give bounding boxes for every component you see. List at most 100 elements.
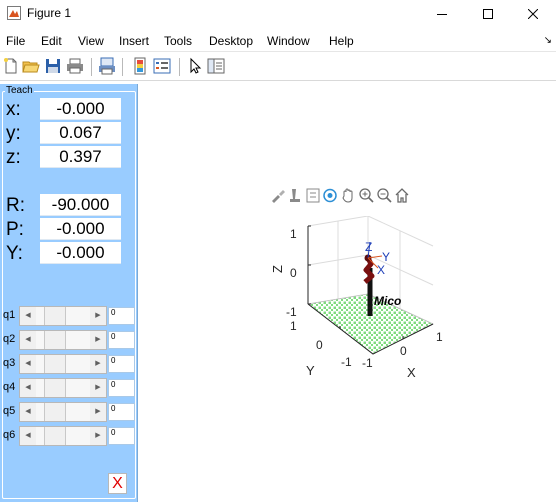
slider-right-arrow-icon[interactable]: ▶	[90, 403, 106, 421]
data-tips-icon[interactable]	[288, 187, 304, 204]
menu-view[interactable]: View	[78, 34, 104, 48]
pointer-icon[interactable]	[186, 57, 204, 75]
matlab-figure-icon	[7, 6, 21, 20]
q5-label: q5	[3, 405, 16, 417]
q3-value-field[interactable]: 0	[108, 355, 135, 373]
y-tick-label: 1	[290, 319, 297, 333]
menu-file[interactable]: File	[6, 34, 25, 48]
y-tick-label: -1	[341, 355, 352, 369]
close-window-button[interactable]	[510, 0, 556, 28]
figure-toolbar	[0, 53, 556, 81]
open-file-icon[interactable]	[22, 57, 40, 75]
slider-thumb[interactable]	[44, 307, 66, 325]
insert-legend-icon[interactable]	[153, 57, 171, 75]
title-bar: Figure 1	[0, 0, 556, 28]
q1-value-field[interactable]: 0	[108, 307, 135, 325]
robot-3d-axes[interactable]: Z Y X Mico 1 0 -1 1 0 -1 -1 0 1 Z Y X	[258, 216, 458, 386]
close-icon	[528, 9, 538, 19]
q4-slider[interactable]: ◀ ▶	[19, 378, 107, 398]
roll-label: R:	[6, 195, 25, 216]
x-label: x:	[6, 99, 21, 120]
slider-thumb[interactable]	[44, 427, 66, 445]
y-label: y:	[6, 123, 21, 144]
dock-arrow-icon[interactable]: ↘	[544, 35, 552, 46]
slider-thumb[interactable]	[44, 403, 66, 421]
q5-slider[interactable]: ◀ ▶	[19, 402, 107, 422]
menu-window[interactable]: Window	[267, 34, 310, 48]
toolbar-separator	[91, 58, 92, 76]
pitch-label: P:	[6, 219, 24, 240]
menu-insert[interactable]: Insert	[119, 34, 149, 48]
q6-label: q6	[3, 429, 16, 441]
x-tick-label: 0	[400, 344, 407, 358]
q1-slider[interactable]: ◀ ▶	[19, 306, 107, 326]
menu-edit[interactable]: Edit	[41, 34, 62, 48]
menu-desktop[interactable]: Desktop	[209, 34, 253, 48]
menu-tools[interactable]: Tools	[164, 34, 192, 48]
zoom-in-icon[interactable]	[358, 187, 374, 204]
q3-label: q3	[3, 357, 16, 369]
print-icon[interactable]	[66, 57, 84, 75]
minimize-button[interactable]	[419, 0, 465, 28]
q6-slider[interactable]: ◀ ▶	[19, 426, 107, 446]
rotate-3d-icon[interactable]	[322, 187, 338, 204]
roll-value: -90.000	[40, 194, 121, 216]
minimize-icon	[437, 14, 447, 15]
q2-slider[interactable]: ◀ ▶	[19, 330, 107, 350]
toolbar-separator	[179, 58, 180, 76]
robot-name-label: Mico	[374, 294, 401, 308]
home-icon[interactable]	[394, 187, 410, 204]
slider-left-arrow-icon[interactable]: ◀	[20, 427, 36, 445]
x-tick-label: 1	[436, 330, 443, 344]
teach-panel: Teach x: -0.000 y: 0.067 z: 0.397 R: -90…	[0, 84, 138, 502]
x-tick-label: -1	[362, 356, 373, 370]
z-axis-label: Z	[270, 265, 285, 273]
maximize-icon	[483, 9, 493, 19]
brush-icon[interactable]	[270, 187, 286, 204]
menu-help[interactable]: Help	[329, 34, 354, 48]
print-preview-icon[interactable]	[98, 57, 116, 75]
q5-value-field[interactable]: 0	[108, 403, 135, 421]
slider-right-arrow-icon[interactable]: ▶	[90, 307, 106, 325]
yaw-value: -0.000	[40, 242, 121, 264]
frame-z-label: Z	[365, 240, 372, 254]
slider-left-arrow-icon[interactable]: ◀	[20, 355, 36, 373]
property-editor-icon[interactable]	[207, 57, 225, 75]
q3-slider[interactable]: ◀ ▶	[19, 354, 107, 374]
slider-left-arrow-icon[interactable]: ◀	[20, 379, 36, 397]
maximize-button[interactable]	[465, 0, 511, 28]
x-value: -0.000	[40, 98, 121, 120]
slider-right-arrow-icon[interactable]: ▶	[90, 355, 106, 373]
q2-value-field[interactable]: 0	[108, 331, 135, 349]
slider-right-arrow-icon[interactable]: ▶	[90, 331, 106, 349]
toolbar-separator	[122, 58, 123, 76]
frame-x-label: X	[377, 263, 385, 277]
slider-thumb[interactable]	[44, 331, 66, 349]
new-figure-icon[interactable]	[2, 57, 20, 75]
teach-title: Teach	[5, 85, 34, 96]
yaw-label: Y:	[6, 243, 23, 264]
pitch-value: -0.000	[40, 218, 121, 240]
slider-left-arrow-icon[interactable]: ◀	[20, 307, 36, 325]
x-axis-label: X	[407, 365, 416, 380]
slider-thumb[interactable]	[44, 355, 66, 373]
menu-bar: File Edit View Insert Tools Desktop Wind…	[0, 30, 556, 52]
frame-y-label: Y	[382, 250, 390, 264]
q1-label: q1	[3, 309, 16, 321]
insert-colorbar-icon[interactable]	[131, 57, 149, 75]
slider-thumb[interactable]	[44, 379, 66, 397]
q4-value-field[interactable]: 0	[108, 379, 135, 397]
export-icon[interactable]	[305, 187, 321, 204]
save-icon[interactable]	[44, 57, 62, 75]
quit-teach-button[interactable]: X	[108, 473, 127, 494]
q2-label: q2	[3, 333, 16, 345]
z-value: 0.397	[40, 146, 121, 168]
pan-icon[interactable]	[340, 187, 356, 204]
y-tick-label: 0	[316, 338, 323, 352]
slider-right-arrow-icon[interactable]: ▶	[90, 379, 106, 397]
slider-right-arrow-icon[interactable]: ▶	[90, 427, 106, 445]
slider-left-arrow-icon[interactable]: ◀	[20, 331, 36, 349]
q6-value-field[interactable]: 0	[108, 427, 135, 445]
slider-left-arrow-icon[interactable]: ◀	[20, 403, 36, 421]
zoom-out-icon[interactable]	[376, 187, 392, 204]
